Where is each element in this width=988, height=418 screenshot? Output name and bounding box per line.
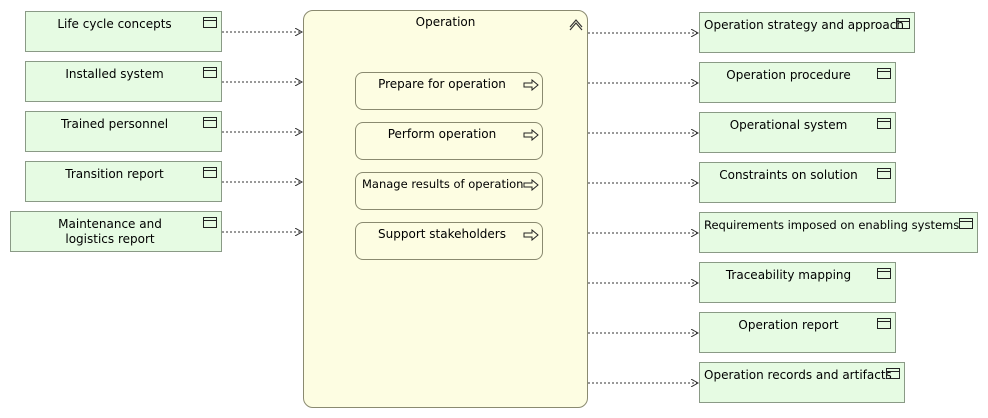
data-object-icon [896,18,910,29]
activity-label: Prepare for operation [378,77,506,91]
artifact-label: Traceability mapping [725,268,852,282]
output-artifact[interactable]: Traceability mapping [699,262,896,303]
output-artifact[interactable]: Operation report [699,312,896,353]
output-artifact[interactable]: Operation strategy and approach [699,12,915,53]
process-arrow-icon [523,229,539,241]
activity-support-stakeholders[interactable]: Support stakeholders [355,222,543,260]
artifact-label: Operation procedure [726,68,851,82]
data-object-icon [877,118,891,129]
data-object-icon [877,268,891,279]
artifact-label: Installed system [65,67,164,81]
activity-label: Perform operation [387,127,497,141]
input-artifact[interactable]: Transition report [25,161,222,202]
collapse-caret-icon[interactable] [568,15,584,31]
data-object-icon [886,368,900,379]
process-arrow-icon [523,79,539,91]
output-artifact[interactable]: Operational system [699,112,896,153]
input-artifact[interactable]: Life cycle concepts [25,11,222,52]
artifact-label: Operation records and artifacts [704,368,892,382]
artifact-label: Trained personnel [60,117,169,131]
artifact-label: Constraints on solution [719,168,858,182]
artifact-label: Operational system [729,118,848,132]
activity-label: Support stakeholders [378,227,506,241]
artifact-label: Life cycle concepts [57,17,172,31]
data-object-icon [203,167,217,178]
data-object-icon [877,318,891,329]
data-object-icon [203,17,217,28]
data-object-icon [203,117,217,128]
activity-perform-operation[interactable]: Perform operation [355,122,543,160]
output-artifact[interactable]: Requirements imposed on enabling systems [699,212,978,253]
output-artifact[interactable]: Constraints on solution [699,162,896,203]
data-object-icon [203,217,217,228]
output-artifact[interactable]: Operation procedure [699,62,896,103]
input-artifact[interactable]: Trained personnel [25,111,222,152]
activity-label: Manage results of operation [362,177,524,191]
data-object-icon [877,168,891,179]
artifact-label: Requirements imposed on enabling systems [704,218,960,232]
data-object-icon [203,67,217,78]
activity-manage-results-of-operation[interactable]: Manage results of operation [355,172,543,210]
artifact-label: Operation strategy and approach [704,18,904,32]
artifact-label: Transition report [65,167,164,181]
process-arrow-icon [523,129,539,141]
input-artifact[interactable]: Maintenance and logistics report [10,211,222,252]
process-title: Operation [415,15,476,29]
output-artifact[interactable]: Operation records and artifacts [699,362,905,403]
activity-prepare-for-operation[interactable]: Prepare for operation [355,72,543,110]
artifact-label: Operation report [738,318,839,332]
data-object-icon [959,218,973,229]
input-artifact[interactable]: Installed system [25,61,222,102]
artifact-label: Maintenance and logistics report [58,217,162,246]
process-arrow-icon [523,179,539,191]
operation-process[interactable]: Operation Prepare for operation Perform … [303,10,588,408]
data-object-icon [877,68,891,79]
